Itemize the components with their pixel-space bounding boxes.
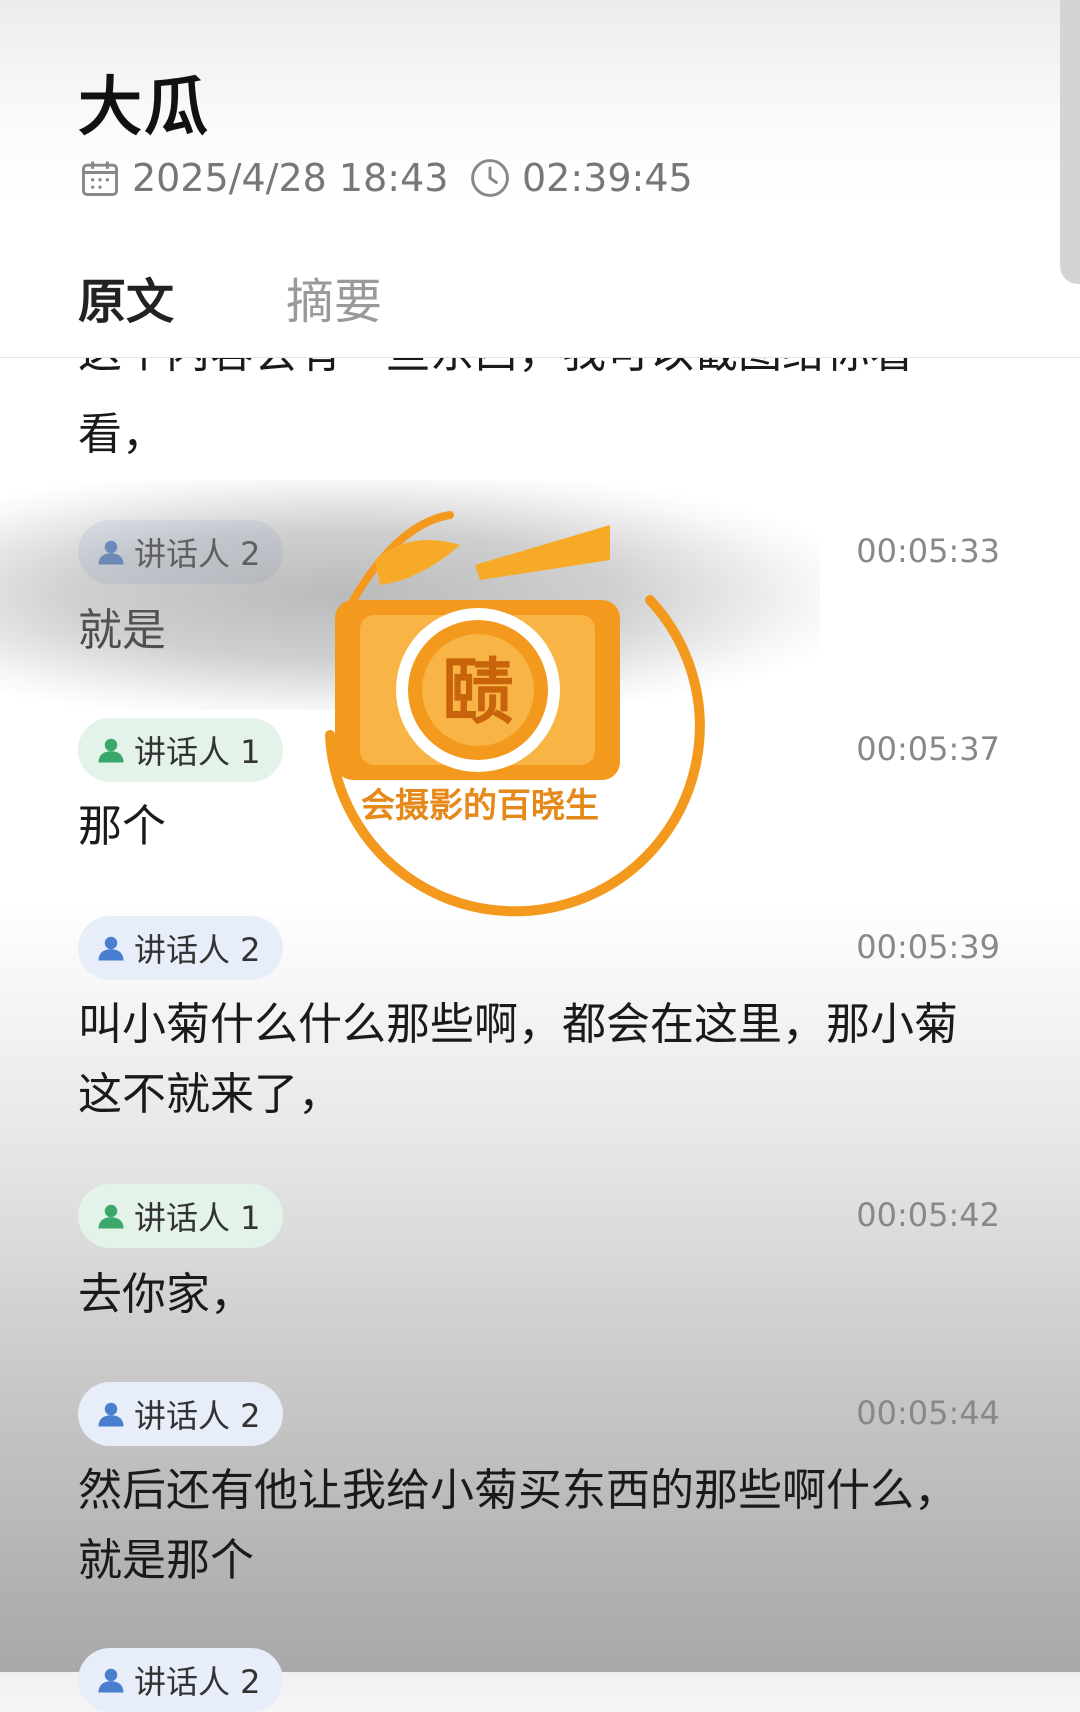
transcript-text: 叫小菊什么什么那些啊，都会在这里，那小菊这不就来了，: [78, 999, 958, 1120]
page-title: 大瓜: [78, 71, 210, 145]
watermark-text: 会摄影的百晓生: [361, 786, 599, 826]
speaker-chip[interactable]: 讲话人 2: [78, 1382, 283, 1446]
speaker-chip[interactable]: 讲话人 2: [78, 520, 283, 584]
duration-row: 02:39:45: [468, 152, 693, 204]
speaker-chip[interactable]: 讲话人 1: [78, 718, 283, 782]
timestamp[interactable]: 00:05:44: [856, 1394, 1000, 1432]
speaker-chip[interactable]: 讲话人 2: [78, 1648, 283, 1712]
person-icon: [98, 1668, 124, 1693]
speaker-chip[interactable]: 讲话人 2: [78, 916, 283, 980]
timestamp[interactable]: 00:05:39: [856, 928, 1000, 966]
datetime-row: 2025/4/28 18:43: [78, 152, 448, 204]
speaker-label: 讲话人 2: [134, 535, 261, 573]
transcript-text: 去你家，: [78, 1269, 254, 1320]
watermark-seal-text: 赜: [442, 650, 514, 734]
header: 大瓜 2025/4/28 18:43 02:39:45 原文 摘要: [0, 0, 1080, 358]
timestamp[interactable]: 00:05:37: [856, 730, 1000, 768]
person-icon: [98, 738, 124, 763]
speaker-label: 讲话人 2: [134, 1663, 261, 1701]
tab-original[interactable]: 原文: [78, 262, 174, 342]
clock-icon: [471, 159, 509, 197]
transcript-text: 然后还有他让我给小菊买东西的那些啊什么，就是那个: [78, 1465, 958, 1586]
transcript-text: 看，: [78, 409, 166, 460]
person-icon: [98, 1204, 124, 1229]
speaker-label: 讲话人 2: [134, 931, 261, 969]
tab-bar: 原文 摘要: [78, 262, 382, 342]
speaker-chip[interactable]: 讲话人 1: [78, 1184, 283, 1248]
recording-datetime: 2025/4/28 18:43: [132, 156, 449, 200]
speaker-label: 讲话人 1: [134, 733, 261, 771]
person-icon: [98, 1402, 124, 1427]
watermark-logo: 赜 会摄影的百晓生: [270, 505, 750, 955]
timestamp[interactable]: 00:05:33: [856, 532, 1000, 570]
calendar-icon: [82, 161, 118, 196]
recording-duration: 02:39:45: [522, 156, 693, 200]
person-icon: [98, 540, 124, 565]
speaker-label: 讲话人 1: [134, 1199, 261, 1237]
person-icon: [98, 936, 124, 961]
speaker-label: 讲话人 2: [134, 1397, 261, 1435]
tab-summary[interactable]: 摘要: [286, 262, 382, 342]
scrollbar[interactable]: [1060, 0, 1080, 284]
timestamp[interactable]: 00:05:42: [856, 1196, 1000, 1234]
